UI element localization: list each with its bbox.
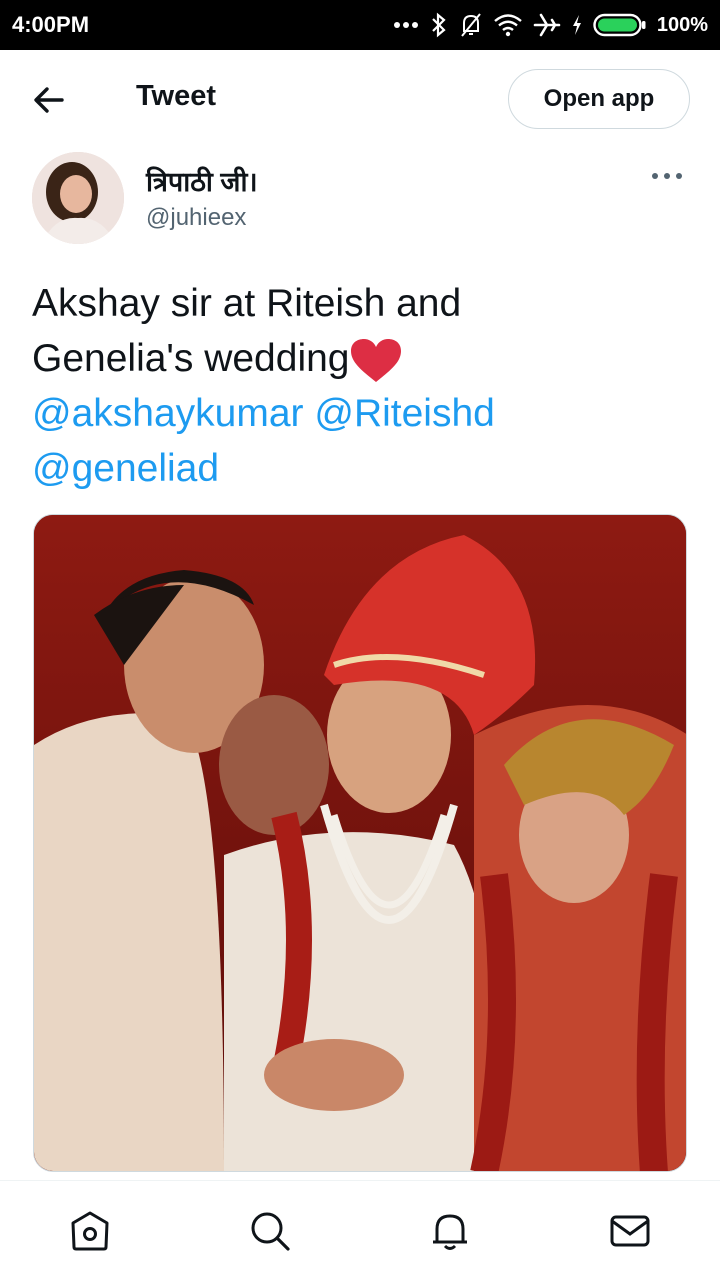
author-display-name[interactable]: त्रिपाठी जी। (146, 162, 258, 199)
bottom-navigation (0, 1180, 720, 1280)
notifications-off-icon (461, 13, 481, 37)
nav-search[interactable] (240, 1201, 300, 1261)
battery-percent: 100% (656, 13, 708, 36)
nav-home[interactable] (60, 1201, 120, 1261)
tweet-text-line-2: Genelia's wedding (32, 337, 350, 380)
airplane-icon (533, 13, 561, 37)
status-time: 4:00PM (12, 12, 90, 37)
tweet-mentions-line-2: @geneliad (32, 441, 692, 496)
bluetooth-icon (432, 12, 446, 38)
more-dots-icon (393, 22, 418, 28)
header-bar: Tweet Open app (0, 50, 720, 148)
back-button[interactable] (30, 82, 70, 118)
wifi-icon (494, 14, 522, 37)
author-handle[interactable]: @juhieex (146, 204, 246, 232)
mention-link[interactable]: @akshaykumar (32, 392, 304, 435)
mention-link[interactable]: @geneliad (32, 447, 219, 490)
tweet-text-line: Akshay sir at Riteish and (32, 282, 462, 325)
search-icon (251, 1212, 290, 1251)
tweet-photo[interactable] (33, 514, 687, 1172)
status-icons: 100% (393, 12, 708, 38)
nav-messages[interactable] (600, 1201, 660, 1261)
status-bar: 4:00PM 100% (0, 0, 720, 50)
battery-icon (593, 13, 646, 37)
avatar-image (32, 152, 124, 244)
notifications-icon (433, 1214, 467, 1250)
tweet-mentions-line-1: @akshaykumar @Riteishd (32, 386, 692, 441)
home-icon (71, 1211, 109, 1250)
page-title: Tweet (136, 80, 217, 112)
tweet-text: Akshay sir at Riteish and Genelia's wedd… (32, 276, 692, 496)
arrow-left-icon (34, 87, 64, 113)
tweet-text-line: Genelia's wedding (32, 331, 692, 386)
tweet-author: त्रिपाठी जी। @juhieex (32, 152, 688, 248)
red-heart-emoji-icon (351, 338, 402, 382)
mention-link[interactable]: @Riteishd (314, 392, 495, 435)
more-horizontal-icon (652, 173, 682, 179)
messages-icon (610, 1215, 650, 1246)
charging-icon (572, 15, 581, 35)
avatar[interactable] (32, 152, 124, 244)
wedding-photo-illustration (34, 515, 686, 1171)
nav-notifications[interactable] (420, 1201, 480, 1261)
more-options-button[interactable] (650, 166, 684, 186)
open-app-button[interactable]: Open app (508, 69, 690, 129)
